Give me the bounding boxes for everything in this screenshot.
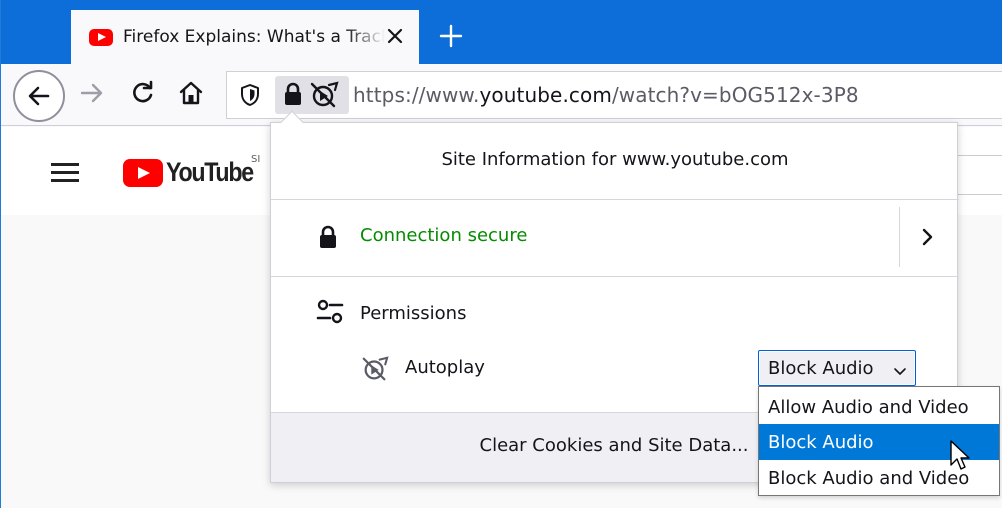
autoplay-label: Autoplay — [405, 357, 485, 378]
tab-strip: Firefox Explains: What's a Tracking Cook… — [1, 0, 1002, 64]
autoplay-blocked-icon[interactable] — [309, 81, 339, 109]
back-button[interactable] — [13, 70, 65, 122]
navigation-toolbar: https://www.youtube.com/watch?v=bOG512x-… — [1, 64, 1002, 126]
mouse-cursor-icon — [949, 440, 973, 474]
autoplay-select[interactable]: Block Audio — [758, 350, 916, 386]
home-icon[interactable] — [176, 78, 206, 108]
chevron-down-icon — [893, 363, 907, 375]
reload-icon[interactable] — [128, 78, 158, 108]
tracking-protection-shield-icon[interactable] — [237, 82, 263, 108]
divider — [271, 276, 959, 277]
plus-icon[interactable] — [437, 22, 465, 50]
browser-window: Firefox Explains: What's a Tracking Cook… — [0, 0, 1002, 508]
youtube-logo[interactable]: YouTube — [123, 157, 267, 188]
chevron-right-icon[interactable] — [917, 225, 937, 249]
url-path: /watch?v=bOG512x-3P8 — [611, 83, 859, 107]
hamburger-menu-icon[interactable] — [51, 163, 79, 183]
lock-icon — [281, 81, 305, 107]
panel-title: Site Information for www.youtube.com — [441, 149, 789, 170]
connection-secure-label: Connection secure — [360, 225, 528, 246]
lock-icon — [317, 225, 339, 249]
close-icon[interactable] — [383, 24, 407, 48]
permissions-icon — [315, 299, 345, 325]
dropdown-option-allow-audio-video[interactable]: Allow Audio and Video — [759, 389, 999, 425]
youtube-logo-text: YouTube — [166, 157, 254, 187]
url-bar[interactable]: https://www.youtube.com/watch?v=bOG512x-… — [226, 71, 1002, 119]
tab-title: Firefox Explains: What's a Tracking Cook… — [123, 27, 385, 47]
forward-arrow-icon[interactable] — [77, 78, 107, 108]
divider — [899, 207, 900, 267]
permissions-label: Permissions — [360, 303, 467, 324]
youtube-play-icon — [123, 158, 163, 187]
tab-active[interactable]: Firefox Explains: What's a Tracking Cook… — [71, 10, 419, 64]
connection-row[interactable]: Connection secure — [271, 199, 959, 276]
autoplay-icon — [361, 355, 389, 383]
autoplay-select-value: Block Audio — [768, 357, 874, 379]
url-scheme: https://www. — [353, 83, 480, 107]
youtube-logo-superscript: SI — [251, 154, 261, 165]
url-host: youtube.com — [479, 83, 612, 107]
url-text[interactable]: https://www.youtube.com/watch?v=bOG512x-… — [353, 83, 859, 107]
back-arrow-icon — [28, 86, 50, 106]
youtube-favicon-icon — [89, 28, 113, 46]
